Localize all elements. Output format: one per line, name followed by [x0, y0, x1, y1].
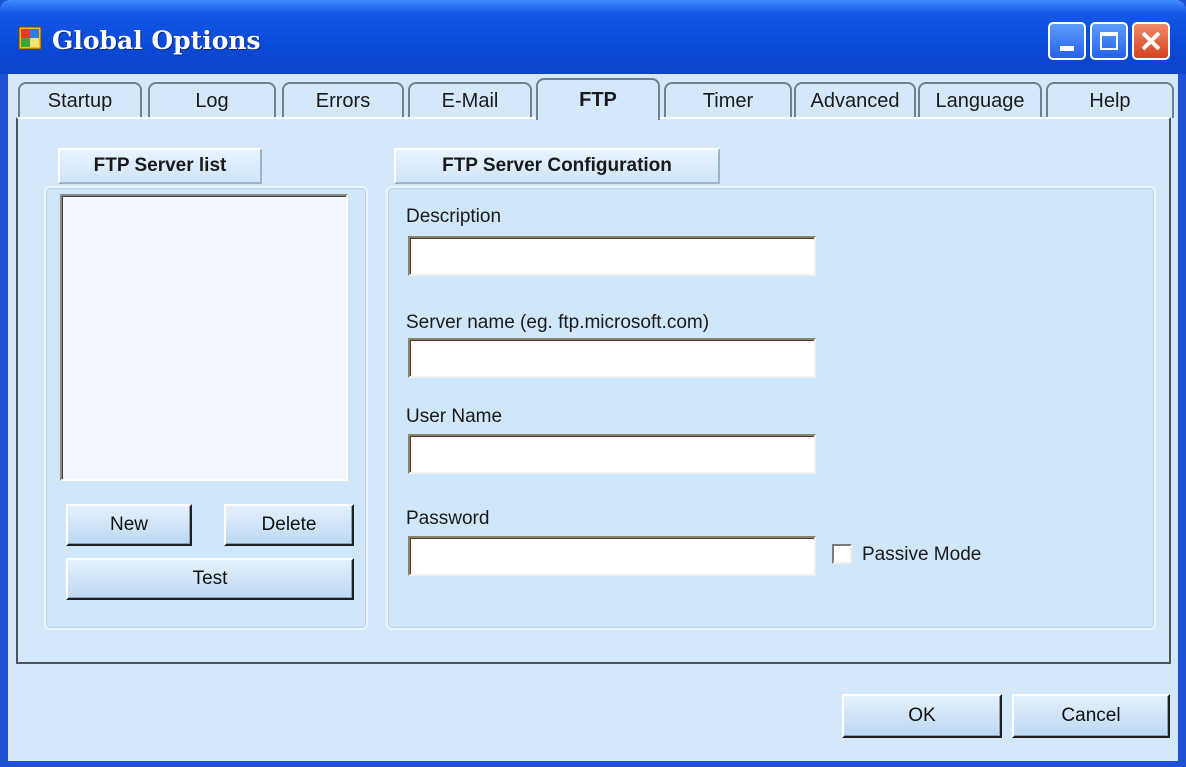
title-bar[interactable]: Global Options — [0, 0, 1186, 74]
tab-strip: Startup Log Errors E-Mail FTP Timer Adva… — [16, 78, 1178, 120]
minimize-icon — [1060, 46, 1074, 51]
server-list-header: FTP Server list — [58, 148, 262, 184]
new-button[interactable]: New — [66, 504, 192, 546]
maximize-button[interactable] — [1090, 22, 1128, 60]
tab-log[interactable]: Log — [148, 82, 276, 118]
tab-startup[interactable]: Startup — [18, 82, 142, 118]
password-label: Password — [406, 508, 490, 529]
ok-button[interactable]: OK — [842, 694, 1002, 738]
server-name-label: Server name (eg. ftp.microsoft.com) — [406, 312, 710, 333]
minimize-button[interactable] — [1048, 22, 1086, 60]
passive-mode-label: Passive Mode — [862, 544, 982, 565]
close-icon — [1141, 31, 1161, 51]
user-name-field[interactable] — [408, 434, 816, 474]
server-name-field[interactable] — [408, 338, 816, 378]
tab-advanced[interactable]: Advanced — [794, 82, 916, 118]
passive-mode-checkbox[interactable] — [832, 544, 852, 564]
password-field[interactable] — [408, 536, 816, 576]
maximize-icon — [1100, 32, 1118, 50]
app-icon — [18, 26, 42, 50]
tab-ftp[interactable]: FTP — [536, 78, 660, 120]
description-field[interactable] — [408, 236, 816, 276]
cancel-button[interactable]: Cancel — [1012, 694, 1170, 738]
tab-timer[interactable]: Timer — [664, 82, 792, 118]
user-name-label: User Name — [406, 406, 503, 427]
test-button[interactable]: Test — [66, 558, 354, 600]
tab-help[interactable]: Help — [1046, 82, 1174, 118]
close-button[interactable] — [1132, 22, 1170, 60]
tab-email[interactable]: E-Mail — [408, 82, 532, 118]
tab-language[interactable]: Language — [918, 82, 1042, 118]
delete-button[interactable]: Delete — [224, 504, 354, 546]
tab-errors[interactable]: Errors — [282, 82, 404, 118]
window-title: Global Options — [52, 26, 261, 55]
server-listbox[interactable] — [60, 194, 348, 481]
server-config-header: FTP Server Configuration — [394, 148, 720, 184]
description-label: Description — [406, 206, 502, 227]
